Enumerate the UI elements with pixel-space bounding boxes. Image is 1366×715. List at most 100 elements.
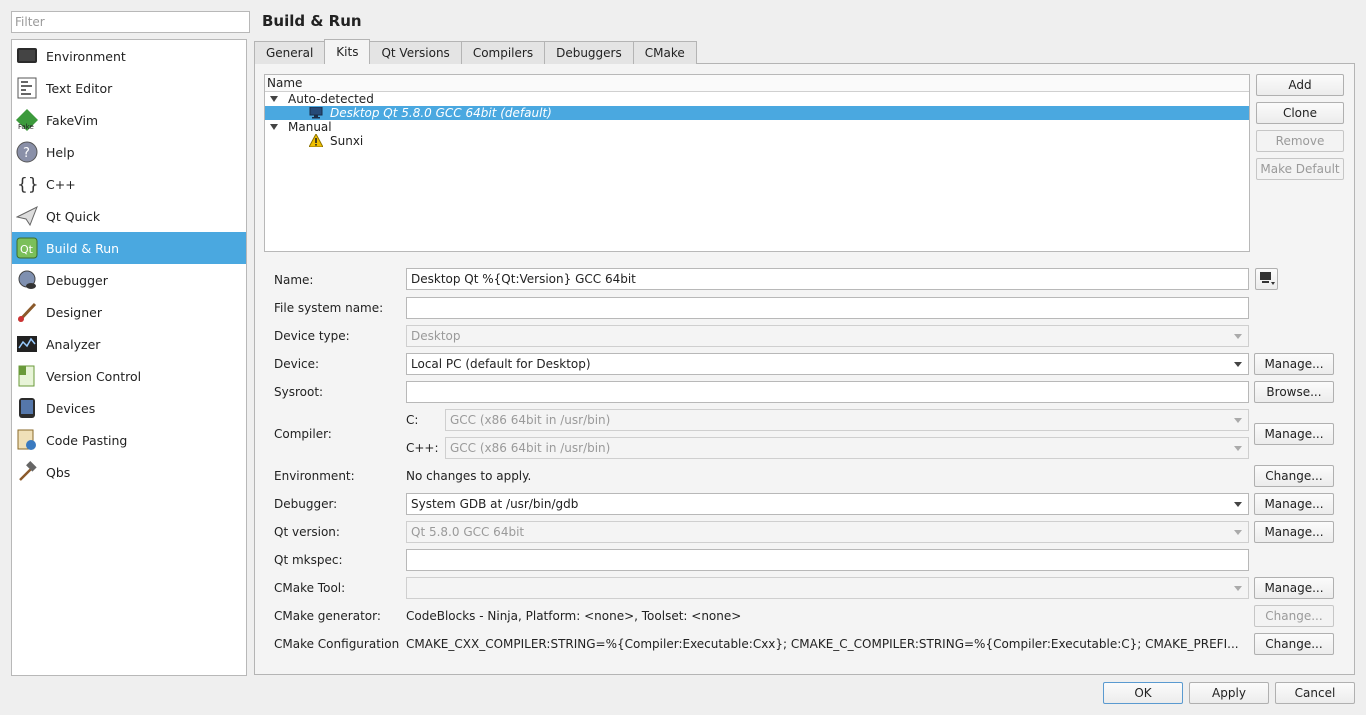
tree-kit-label: Sunxi xyxy=(330,134,364,148)
add-kit-button[interactable]: Add xyxy=(1256,74,1344,96)
sidebar-item-label: Analyzer xyxy=(46,336,101,352)
cmake-config-value: CMAKE_CXX_COMPILER:STRING=%{Compiler:Exe… xyxy=(406,637,1239,651)
manage-device-button[interactable]: Manage... xyxy=(1254,353,1334,375)
sidebar-item-label: Build & Run xyxy=(46,240,120,256)
apply-button[interactable]: Apply xyxy=(1189,682,1269,704)
manage-debugger-button[interactable]: Manage... xyxy=(1254,493,1334,515)
sidebar-item-fakevim[interactable]: Fake FakeVim xyxy=(12,104,246,136)
help-icon: ? xyxy=(16,141,38,163)
sidebar-item-environment[interactable]: Environment xyxy=(12,40,246,72)
sidebar-item-version-control[interactable]: Version Control xyxy=(12,360,246,392)
kit-icon-button[interactable] xyxy=(1255,268,1278,290)
manage-cmake-tool-button[interactable]: Manage... xyxy=(1254,577,1334,599)
expand-arrow-icon[interactable] xyxy=(270,124,278,130)
warning-icon xyxy=(308,132,324,150)
sidebar-item-designer[interactable]: Designer xyxy=(12,296,246,328)
debugger-select[interactable]: System GDB at /usr/bin/gdb xyxy=(406,493,1249,515)
manage-qt-version-button[interactable]: Manage... xyxy=(1254,521,1334,543)
chevron-down-icon xyxy=(1234,418,1242,423)
c-compiler-select[interactable]: GCC (x86 64bit in /usr/bin) xyxy=(445,409,1249,431)
sidebar-item-analyzer[interactable]: Analyzer xyxy=(12,328,246,360)
page-title: Build & Run xyxy=(262,12,362,30)
change-environment-button[interactable]: Change... xyxy=(1254,465,1334,487)
change-cmake-generator-button[interactable]: Change... xyxy=(1254,605,1334,627)
tab-qt-versions[interactable]: Qt Versions xyxy=(369,41,462,64)
tree-kit-row[interactable]: Desktop Qt 5.8.0 GCC 64bit (default) xyxy=(265,106,1249,120)
tree-kit-row[interactable]: Sunxi xyxy=(265,132,1249,150)
chevron-down-icon xyxy=(1234,446,1242,451)
sidebar-item-debugger[interactable]: Debugger xyxy=(12,264,246,296)
qt-version-select[interactable]: Qt 5.8.0 GCC 64bit xyxy=(406,521,1249,543)
tab-kits[interactable]: Kits xyxy=(324,39,371,64)
monitor-icon xyxy=(16,45,38,67)
ok-button[interactable]: OK xyxy=(1103,682,1183,704)
sidebar-item-label: FakeVim xyxy=(46,112,99,128)
debugger-label: Debugger: xyxy=(274,497,338,511)
sysroot-field[interactable] xyxy=(406,381,1249,403)
name-label: Name: xyxy=(274,273,314,287)
sidebar-item-devices[interactable]: Devices xyxy=(12,392,246,424)
qt-mkspec-field[interactable] xyxy=(406,549,1249,571)
tab-compilers[interactable]: Compilers xyxy=(460,41,546,64)
sidebar-item-label: Devices xyxy=(46,400,96,416)
fakevim-icon: Fake xyxy=(16,109,38,131)
manage-compiler-button[interactable]: Manage... xyxy=(1254,423,1334,445)
sidebar-item-text-editor[interactable]: Text Editor xyxy=(12,72,246,104)
cmake-generator-label: CMake generator: xyxy=(274,609,381,623)
environment-label: Environment: xyxy=(274,469,355,483)
analyzer-icon xyxy=(16,333,38,355)
sidebar-item-code-pasting[interactable]: Code Pasting xyxy=(12,424,246,456)
tab-bar: General Kits Qt Versions Compilers Debug… xyxy=(254,39,697,64)
tablet-icon xyxy=(16,397,38,419)
fs-name-field[interactable] xyxy=(406,297,1249,319)
environment-value: No changes to apply. xyxy=(406,469,532,483)
device-select[interactable]: Local PC (default for Desktop) xyxy=(406,353,1249,375)
tab-debuggers[interactable]: Debuggers xyxy=(544,41,634,64)
expand-arrow-icon[interactable] xyxy=(270,96,278,102)
sidebar-item-qt-quick[interactable]: Qt Quick xyxy=(12,200,246,232)
tab-general[interactable]: General xyxy=(254,41,326,64)
sidebar-item-cpp[interactable]: {} C++ xyxy=(12,168,246,200)
sysroot-label: Sysroot: xyxy=(274,385,324,399)
sidebar-item-help[interactable]: ? Help xyxy=(12,136,246,168)
sidebar-item-label: C++ xyxy=(46,176,76,192)
sidebar-item-label: Code Pasting xyxy=(46,432,128,448)
sidebar-item-build-run[interactable]: Qt Build & Run xyxy=(12,232,246,264)
c-compiler-label: C: xyxy=(406,413,419,427)
cxx-compiler-select[interactable]: GCC (x86 64bit in /usr/bin) xyxy=(445,437,1249,459)
tree-group-manual[interactable]: Manual xyxy=(265,120,1249,134)
svg-text:Fake: Fake xyxy=(18,123,34,131)
chevron-down-icon xyxy=(1234,586,1242,591)
debugger-value: System GDB at /usr/bin/gdb xyxy=(411,497,579,511)
sidebar-item-label: Help xyxy=(46,144,75,160)
device-type-value: Desktop xyxy=(411,329,461,343)
name-field[interactable]: Desktop Qt %{Qt:Version} GCC 64bit xyxy=(406,268,1249,290)
device-type-select[interactable]: Desktop xyxy=(406,325,1249,347)
qt-version-value: Qt 5.8.0 GCC 64bit xyxy=(411,525,525,539)
chevron-down-icon xyxy=(1234,502,1242,507)
compiler-label: Compiler: xyxy=(274,427,332,441)
chevron-down-icon xyxy=(1234,334,1242,339)
cmake-tool-select[interactable] xyxy=(406,577,1249,599)
tree-group-auto-detected[interactable]: Auto-detected xyxy=(265,92,1249,106)
sidebar-item-label: Qbs xyxy=(46,464,71,480)
clone-kit-button[interactable]: Clone xyxy=(1256,102,1344,124)
device-type-label: Device type: xyxy=(274,329,350,343)
svg-text:?: ? xyxy=(23,146,30,161)
brush-icon xyxy=(16,301,38,323)
make-default-button[interactable]: Make Default xyxy=(1256,158,1344,180)
cmake-generator-value: CodeBlocks - Ninja, Platform: <none>, To… xyxy=(406,609,742,623)
cancel-button[interactable]: Cancel xyxy=(1275,682,1355,704)
tab-cmake[interactable]: CMake xyxy=(632,41,697,64)
sidebar-item-qbs[interactable]: Qbs xyxy=(12,456,246,488)
tree-group-label: Auto-detected xyxy=(288,92,374,106)
browse-sysroot-button[interactable]: Browse... xyxy=(1254,381,1334,403)
paper-plane-icon xyxy=(16,205,38,227)
change-cmake-config-button[interactable]: Change... xyxy=(1254,633,1334,655)
kits-tree[interactable]: Name Auto-detected Desktop Qt 5.8.0 GCC … xyxy=(264,74,1250,252)
qt-version-label: Qt version: xyxy=(274,525,340,539)
remove-kit-button[interactable]: Remove xyxy=(1256,130,1344,152)
bug-icon xyxy=(16,269,38,291)
tree-kit-label: Desktop Qt 5.8.0 GCC 64bit (default) xyxy=(330,106,552,120)
filter-input[interactable] xyxy=(11,11,250,33)
